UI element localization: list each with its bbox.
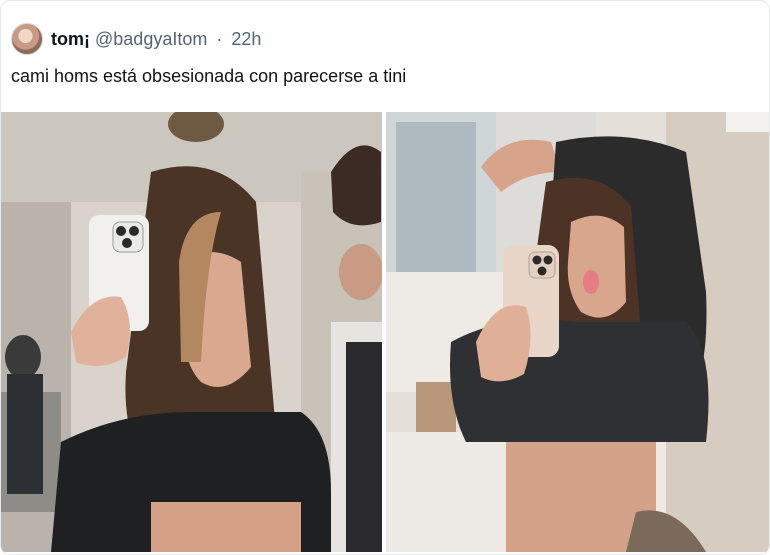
tweet-text: cami homs está obsesionada con parecerse…	[11, 66, 407, 86]
timestamp[interactable]: 22h	[231, 29, 261, 49]
tweet-card[interactable]: tom¡ @badgyaItom · 22h cami homs está ob…	[0, 0, 770, 555]
photo-2[interactable]	[386, 112, 769, 552]
user-line: tom¡ @badgyaItom · 22h	[51, 28, 261, 50]
photo-1[interactable]	[1, 112, 382, 552]
display-name[interactable]: tom¡	[51, 29, 90, 49]
photo-2-image	[386, 112, 769, 552]
user-handle[interactable]: @badgyaItom	[95, 29, 207, 49]
photo-1-image	[1, 112, 382, 552]
media-grid	[1, 112, 769, 552]
avatar[interactable]	[11, 23, 43, 55]
separator: ·	[216, 29, 223, 49]
tweet-header: tom¡ @badgyaItom · 22h	[11, 21, 261, 57]
